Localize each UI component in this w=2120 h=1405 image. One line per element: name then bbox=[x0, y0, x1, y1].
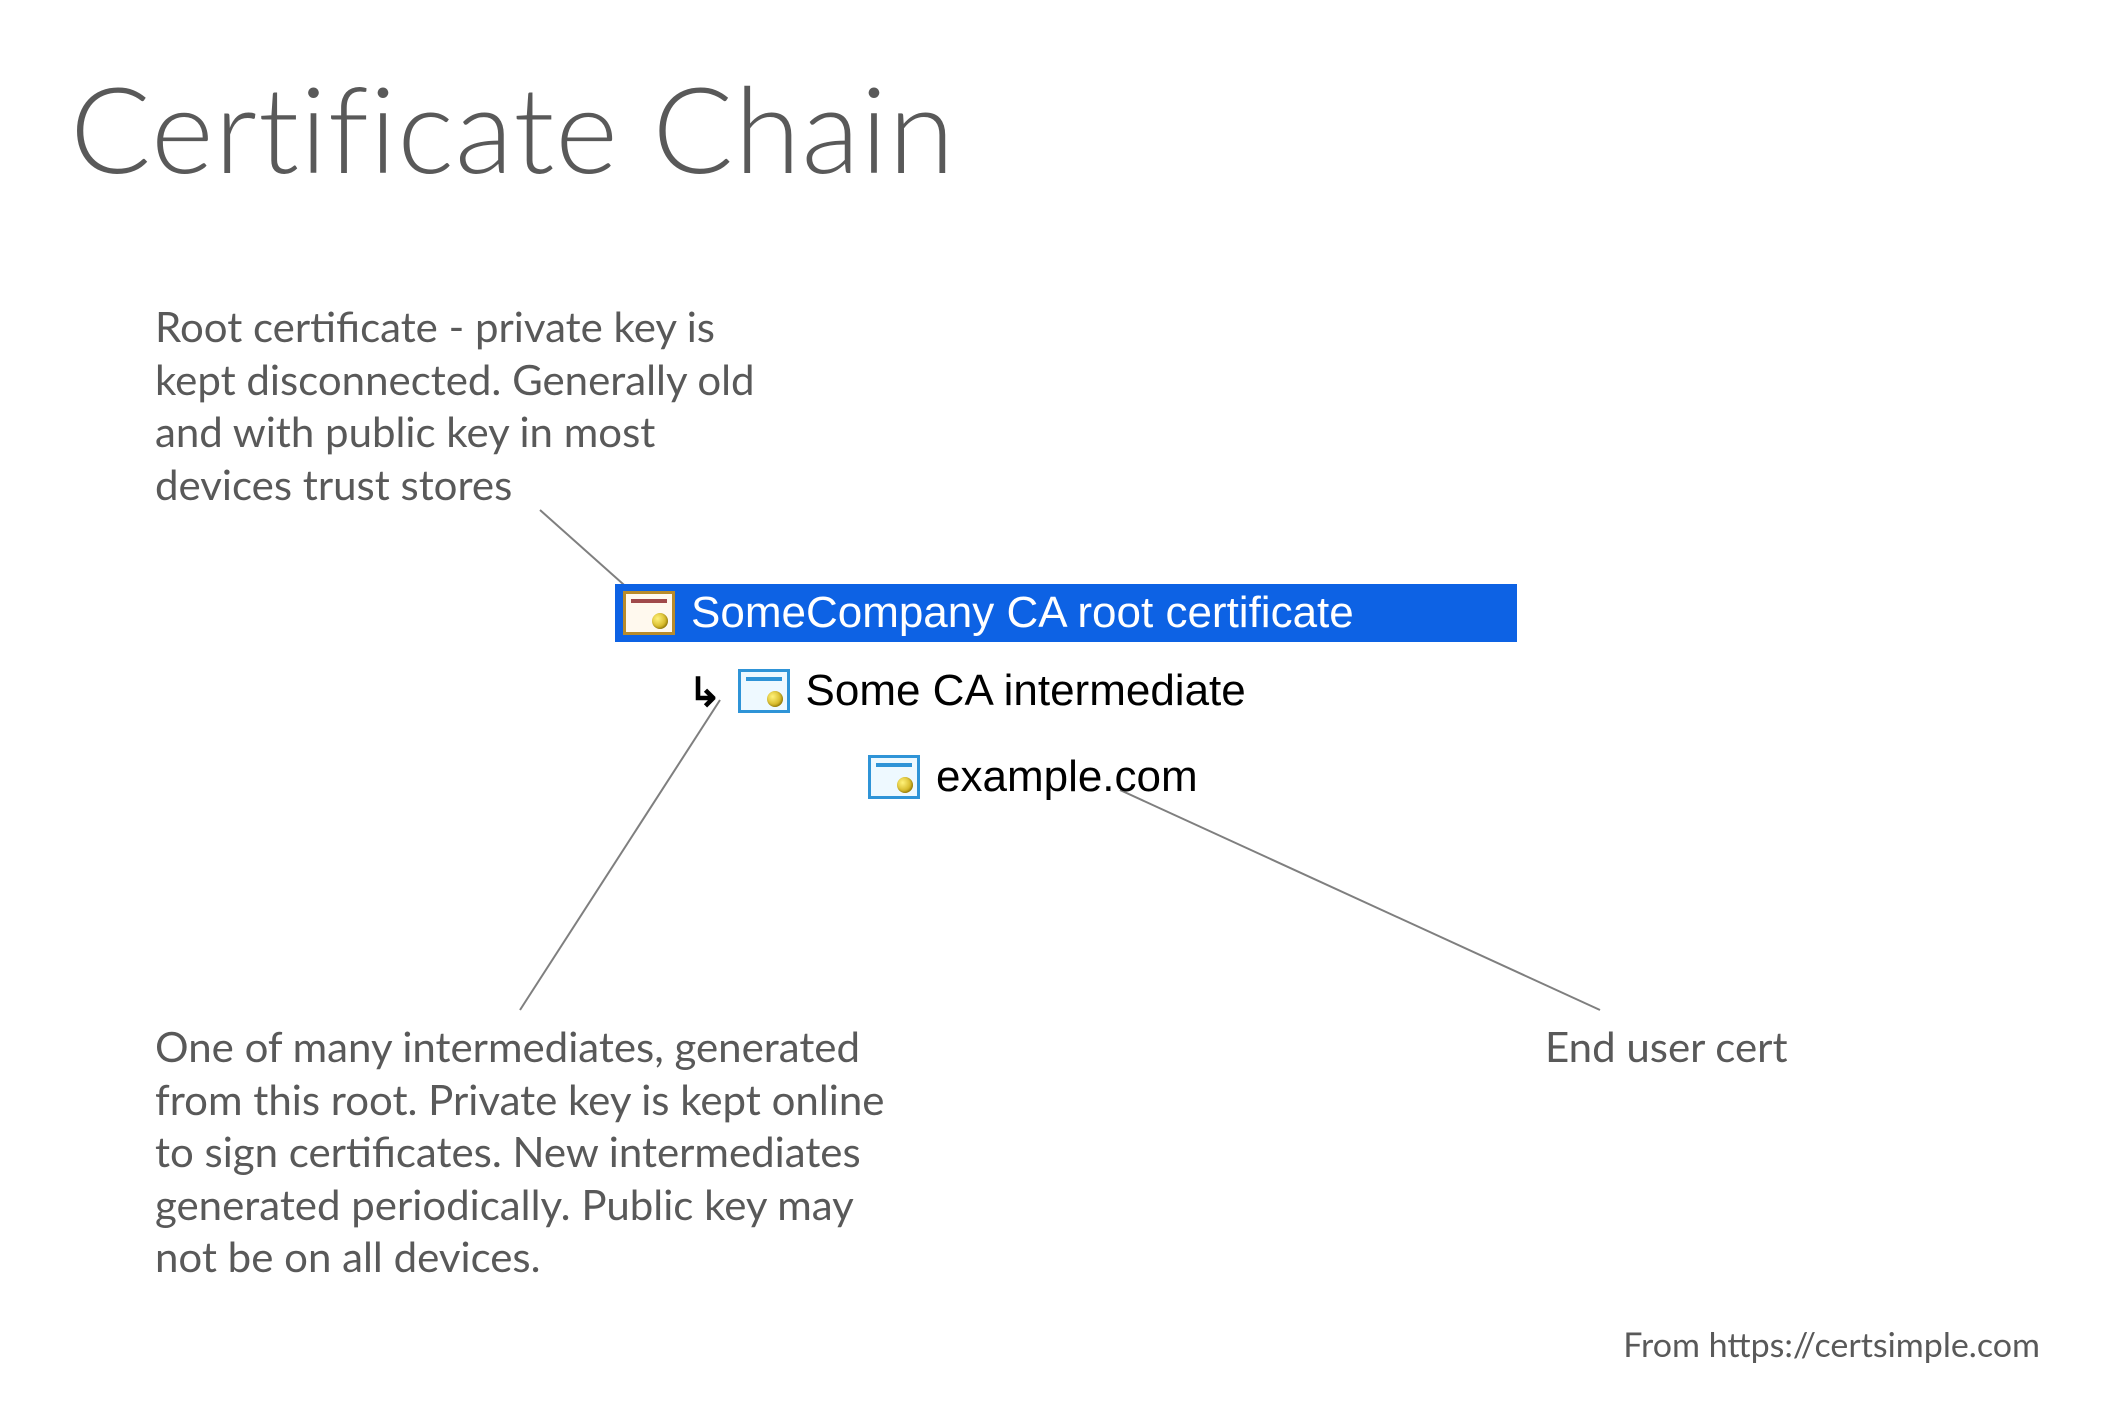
certificate-icon bbox=[868, 755, 920, 799]
slide-title: Certificate Chain bbox=[70, 55, 955, 199]
cert-row-intermediate: ↳ Some CA intermediate bbox=[680, 662, 1270, 720]
certificate-icon bbox=[623, 591, 675, 635]
annotation-end-user: End user cert bbox=[1545, 1020, 1788, 1073]
cert-label-root: SomeCompany CA root certificate bbox=[691, 588, 1354, 638]
annotation-intermediate: One of many intermediates, generated fro… bbox=[155, 1020, 895, 1283]
annotation-root: Root certificate - private key is kept d… bbox=[155, 300, 775, 510]
certificate-icon bbox=[738, 669, 790, 713]
cert-label-leaf: example.com bbox=[936, 752, 1198, 802]
cert-row-leaf: example.com bbox=[860, 748, 1222, 806]
child-arrow-icon: ↳ bbox=[688, 671, 722, 711]
cert-label-intermediate: Some CA intermediate bbox=[806, 666, 1246, 716]
slide: Certificate Chain Root certificate - pri… bbox=[0, 0, 2120, 1405]
cert-row-root: SomeCompany CA root certificate bbox=[615, 584, 1517, 642]
attribution: From https://certsimple.com bbox=[1623, 1324, 2040, 1365]
